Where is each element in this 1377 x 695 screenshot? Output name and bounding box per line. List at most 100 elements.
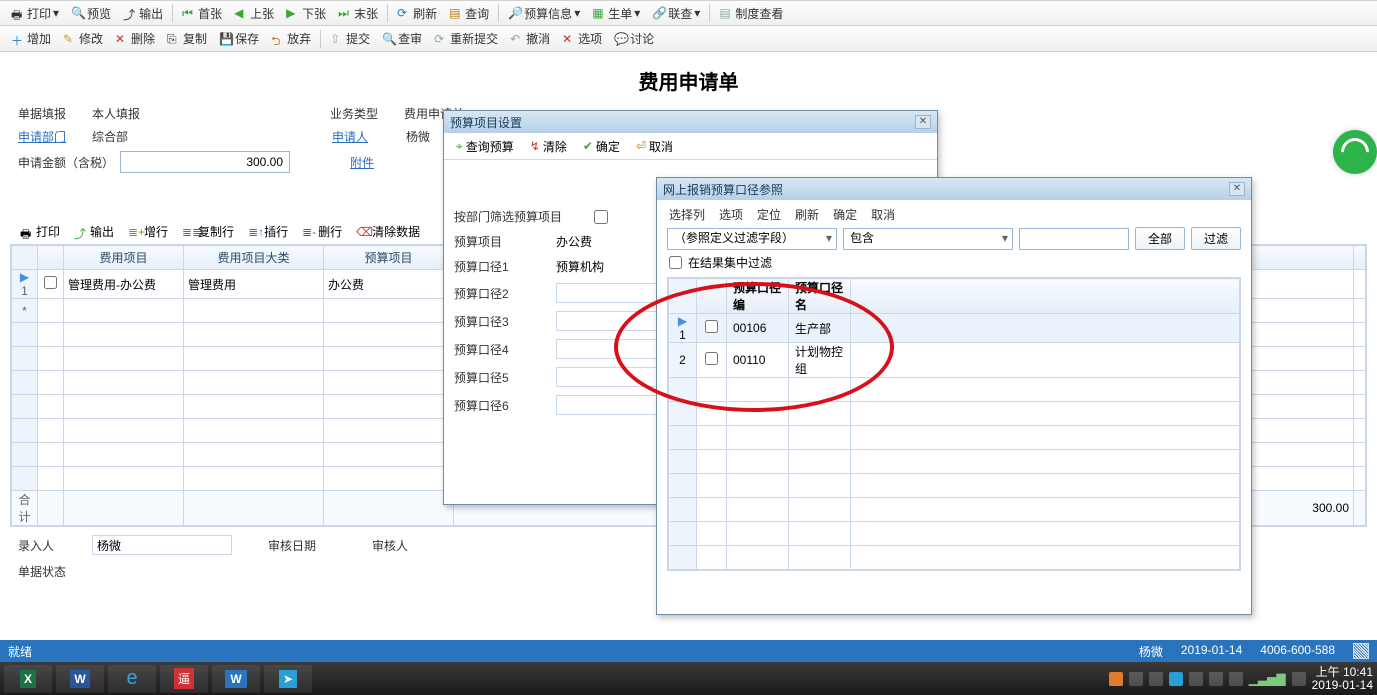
search-icon: ⌖ <box>456 139 463 154</box>
dialog-titlebar[interactable]: 网上报销预算口径参照 ✕ <box>657 178 1251 200</box>
export-button[interactable]: ⤴输出 <box>118 3 168 24</box>
result-filter-checkbox[interactable] <box>669 256 682 269</box>
copy-button[interactable]: ⎘复制 <box>162 28 212 49</box>
col-expense-cat[interactable]: 费用项目大类 <box>184 246 324 270</box>
wps-app-icon[interactable]: W <box>212 665 260 693</box>
delete-button[interactable]: ✕删除 <box>110 28 160 49</box>
last-button[interactable]: ⏭末张 <box>333 3 383 24</box>
query-icon: ▤ <box>449 6 463 20</box>
tray-icon[interactable] <box>1109 672 1123 686</box>
abandon-button[interactable]: ⮌放弃 <box>266 28 316 49</box>
addrow-icon: ≣+ <box>128 225 142 239</box>
select-col-menu[interactable]: 选择列 <box>669 206 705 223</box>
clear-button[interactable]: ↯清除 <box>524 136 573 157</box>
result-filter-label: 在结果集中过滤 <box>688 254 772 271</box>
ok-menu[interactable]: 确定 <box>833 206 857 223</box>
filter-button[interactable]: 过滤 <box>1191 227 1241 250</box>
next-button[interactable]: ▶下张 <box>281 3 331 24</box>
word-app-icon[interactable]: W <box>56 665 104 693</box>
tray-icon[interactable] <box>1209 672 1223 686</box>
dept-field[interactable]: 申请部门综合部 <box>18 128 128 145</box>
fill-field: 单据填报本人填报 <box>18 105 140 122</box>
cancel-button[interactable]: ↶撤消 <box>505 28 555 49</box>
taskbar-clock[interactable]: 上午 10:41 2019-01-14 <box>1312 666 1373 692</box>
close-icon[interactable]: ✕ <box>915 115 931 129</box>
dialog-titlebar[interactable]: 预算项目设置 ✕ <box>444 111 937 133</box>
rule-view-button[interactable]: ▤制度查看 <box>714 3 788 24</box>
refresh-button[interactable]: ⟳刷新 <box>392 3 442 24</box>
cancel-menu[interactable]: 取消 <box>871 206 895 223</box>
delrow-button[interactable]: ≣-删行 <box>296 221 348 242</box>
signal-icon[interactable]: ▁▃▅▇ <box>1249 672 1286 686</box>
col-expense-item[interactable]: 费用项目 <box>64 246 184 270</box>
tray-icon[interactable] <box>1189 672 1203 686</box>
attach-field[interactable]: 附件 <box>350 154 418 171</box>
resubmit-button[interactable]: ⟳重新提交 <box>429 28 503 49</box>
all-button[interactable]: 全部 <box>1135 227 1185 250</box>
query-button[interactable]: ▤查询 <box>444 3 494 24</box>
system-tray: ▁▃▅▇ 上午 10:41 2019-01-14 <box>1109 666 1373 692</box>
cancel-button[interactable]: ⏎取消 <box>630 136 679 157</box>
make-icon: ▦ <box>592 6 606 20</box>
save-icon: 💾 <box>219 32 233 46</box>
copyrow-button[interactable]: ≣≣复制行 <box>176 221 240 242</box>
row-checkbox[interactable] <box>705 320 718 333</box>
app-icon-4[interactable]: 逼 <box>160 665 208 693</box>
ok-button[interactable]: ✔确定 <box>577 136 626 157</box>
grid-export-button[interactable]: ⤴输出 <box>68 221 120 242</box>
delete-icon: ✕ <box>115 32 129 46</box>
option-button[interactable]: ✕选项 <box>557 28 607 49</box>
excel-app-icon[interactable]: X <box>4 665 52 693</box>
save-button[interactable]: 💾保存 <box>214 28 264 49</box>
locate-menu[interactable]: 定位 <box>757 206 781 223</box>
add-button[interactable]: ＋增加 <box>6 28 56 49</box>
addrow-button[interactable]: ≣+增行 <box>122 221 174 242</box>
entry-input[interactable] <box>92 535 232 555</box>
volume-icon[interactable] <box>1292 672 1306 686</box>
insrow-button[interactable]: ≣↑插行 <box>242 221 294 242</box>
first-button[interactable]: ⏮首张 <box>177 3 227 24</box>
table-row[interactable]: 2 00110 计划物控组 <box>669 343 1240 378</box>
wifi-icon[interactable] <box>1333 130 1377 174</box>
make-button[interactable]: ▦生单▾ <box>587 3 645 24</box>
row-checkbox[interactable] <box>705 352 718 365</box>
budget-info-button[interactable]: 🔎预算信息▾ <box>503 3 585 24</box>
option-menu[interactable]: 选项 <box>719 206 743 223</box>
filter-op-select[interactable]: 包含 <box>843 228 1013 250</box>
col-code[interactable]: 预算口径编 <box>727 279 789 314</box>
col-name[interactable]: 预算口径名 <box>789 279 851 314</box>
audit-icon: 🔍 <box>382 32 396 46</box>
discuss-button[interactable]: 💬讨论 <box>609 28 659 49</box>
preview-button[interactable]: 🔍预览 <box>66 3 116 24</box>
close-icon[interactable]: ✕ <box>1229 182 1245 196</box>
filter-field-select[interactable]: （参照定义过滤字段） <box>667 228 837 250</box>
row-checkbox[interactable] <box>44 276 57 289</box>
tray-icon[interactable] <box>1149 672 1163 686</box>
prev-button[interactable]: ◀上张 <box>229 3 279 24</box>
qr-icon[interactable] <box>1353 643 1369 659</box>
tray-icon[interactable] <box>1229 672 1243 686</box>
query-budget-button[interactable]: ⌖查询预算 <box>450 136 520 157</box>
ie-app-icon[interactable]: e <box>108 665 156 693</box>
link-button[interactable]: 🔗联查▾ <box>647 3 705 24</box>
person-field[interactable]: 申请人杨微 <box>332 128 430 145</box>
refresh-menu[interactable]: 刷新 <box>795 206 819 223</box>
first-icon: ⏮ <box>182 6 196 20</box>
submit-button[interactable]: ⇧提交 <box>325 28 375 49</box>
filter-value-input[interactable] <box>1019 228 1129 250</box>
app-icon-6[interactable]: ➤ <box>264 665 312 693</box>
budget-scope-ref-dialog: 网上报销预算口径参照 ✕ 选择列 选项 定位 刷新 确定 取消 （参照定义过滤字… <box>656 177 1252 615</box>
tray-icon[interactable] <box>1169 672 1183 686</box>
cleardata-button[interactable]: ⌫清除数据 <box>350 221 426 242</box>
grid-print-button[interactable]: 🖶打印 <box>14 221 66 242</box>
tray-icon[interactable] <box>1129 672 1143 686</box>
table-row[interactable]: ▶ 1 00106 生产部 <box>669 314 1240 343</box>
col-budget-item[interactable]: 预算项目 <box>324 246 454 270</box>
dept-filter-checkbox[interactable] <box>594 210 608 224</box>
print-button[interactable]: 🖶打印▾ <box>6 3 64 24</box>
audit-button[interactable]: 🔍查审 <box>377 28 427 49</box>
next-icon: ▶ <box>286 6 300 20</box>
amount-input[interactable] <box>120 151 290 173</box>
entry-field: 录入人 <box>18 535 232 555</box>
modify-button[interactable]: ✎修改 <box>58 28 108 49</box>
